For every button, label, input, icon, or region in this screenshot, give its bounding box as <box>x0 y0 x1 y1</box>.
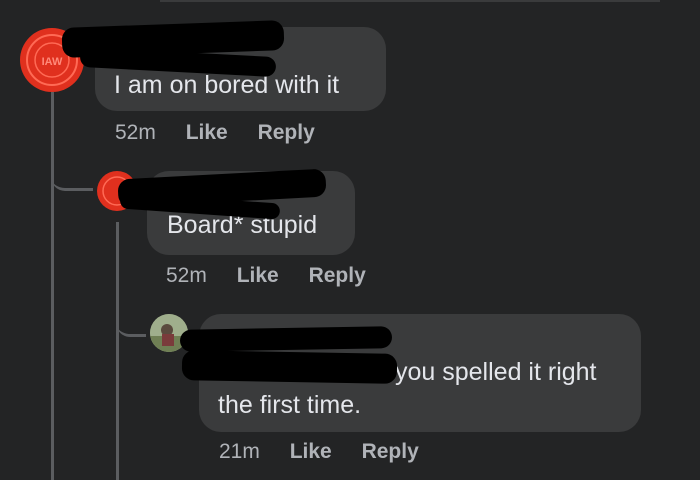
comment-3: you spelled it right the first time. 21m… <box>0 300 700 480</box>
like-button[interactable]: Like <box>237 264 279 287</box>
like-button[interactable]: Like <box>290 440 332 463</box>
avatar-logo-text: IAW <box>42 56 63 68</box>
comment-timestamp: 21m <box>219 440 260 463</box>
comment-2: Board* stupid 52m Like Reply <box>0 160 700 300</box>
comment-timestamp: 52m <box>115 121 156 144</box>
comment-meta: 21m Like Reply <box>219 440 419 464</box>
redacted-name-scribble <box>181 350 398 384</box>
comment-1: IAW I am on bored with it 52m Like Reply <box>0 0 700 160</box>
comment-text-line-1: you spelled it right <box>395 358 597 386</box>
comment-timestamp: 52m <box>166 264 207 287</box>
reply-button[interactable]: Reply <box>309 264 366 287</box>
redacted-name <box>179 326 393 352</box>
reply-button[interactable]: Reply <box>258 121 315 144</box>
reply-button[interactable]: Reply <box>362 440 419 463</box>
like-button[interactable]: Like <box>186 121 228 144</box>
comment-text-line-2: the first time. <box>218 391 362 419</box>
comment-meta: 52m Like Reply <box>115 121 315 145</box>
comment-meta: 52m Like Reply <box>166 264 366 288</box>
